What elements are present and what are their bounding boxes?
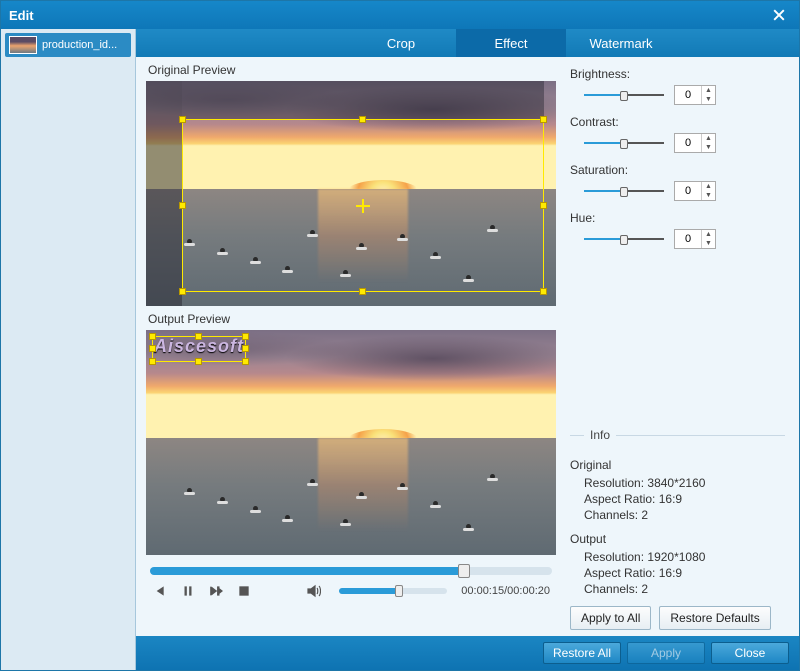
brightness-label: Brightness:: [570, 67, 785, 81]
edit-window: Edit production_id... Crop Effect Waterm…: [0, 0, 800, 671]
spin-up-icon[interactable]: ▲: [702, 134, 715, 143]
spin-up-icon[interactable]: ▲: [702, 230, 715, 239]
spin-down-icon[interactable]: ▼: [702, 191, 715, 200]
saturation-label: Saturation:: [570, 163, 785, 177]
spin-up-icon[interactable]: ▲: [702, 182, 715, 191]
tab-crop[interactable]: Crop: [346, 29, 456, 57]
contrast-label: Contrast:: [570, 115, 785, 129]
volume-slider[interactable]: [339, 588, 447, 594]
spin-down-icon[interactable]: ▼: [702, 239, 715, 248]
info-original-header: Original: [570, 458, 785, 472]
info-title: Info: [584, 428, 616, 442]
contrast-input[interactable]: [675, 134, 701, 152]
window-title: Edit: [9, 8, 34, 23]
pause-icon[interactable]: [180, 583, 194, 599]
restore-all-button[interactable]: Restore All: [543, 642, 621, 664]
output-preview[interactable]: Aiscesoft: [146, 330, 556, 555]
spin-up-icon[interactable]: ▲: [702, 86, 715, 95]
contrast-spinner[interactable]: ▲▼: [674, 133, 716, 153]
brightness-slider[interactable]: [584, 89, 664, 101]
saturation-spinner[interactable]: ▲▼: [674, 181, 716, 201]
original-preview[interactable]: [146, 81, 556, 306]
original-preview-label: Original Preview: [146, 57, 556, 81]
spin-down-icon[interactable]: ▼: [702, 95, 715, 104]
watermark-rectangle[interactable]: [152, 336, 246, 362]
volume-icon[interactable]: [307, 583, 321, 599]
file-label: production_id...: [42, 39, 117, 51]
tab-watermark[interactable]: Watermark: [566, 29, 676, 57]
apply-button[interactable]: Apply: [627, 642, 705, 664]
saturation-input[interactable]: [675, 182, 701, 200]
file-thumb: [9, 36, 37, 54]
saturation-slider[interactable]: [584, 185, 664, 197]
info-output-header: Output: [570, 532, 785, 546]
footer-bar: Restore All Apply Close: [136, 636, 799, 670]
file-sidebar: production_id...: [1, 29, 136, 670]
hue-input[interactable]: [675, 230, 701, 248]
contrast-slider[interactable]: [584, 137, 664, 149]
hue-slider[interactable]: [584, 233, 664, 245]
restore-defaults-button[interactable]: Restore Defaults: [659, 606, 770, 630]
hue-label: Hue:: [570, 211, 785, 225]
timeline-slider[interactable]: [150, 567, 552, 575]
output-preview-label: Output Preview: [146, 306, 556, 330]
next-icon[interactable]: [209, 583, 223, 599]
titlebar: Edit: [1, 1, 799, 29]
timecode: 00:00:15/00:00:20: [461, 585, 550, 597]
brightness-spinner[interactable]: ▲▼: [674, 85, 716, 105]
info-panel: Info Original Resolution: 3840*2160 Aspe…: [570, 425, 785, 630]
hue-spinner[interactable]: ▲▼: [674, 229, 716, 249]
close-button[interactable]: Close: [711, 642, 789, 664]
sidebar-item-file[interactable]: production_id...: [5, 33, 131, 57]
stop-icon[interactable]: [237, 583, 251, 599]
prev-icon[interactable]: [152, 583, 166, 599]
close-icon[interactable]: [767, 5, 791, 25]
tab-effect[interactable]: Effect: [456, 29, 566, 57]
crosshair-icon: [356, 199, 370, 213]
tab-bar: Crop Effect Watermark: [136, 29, 799, 57]
brightness-input[interactable]: [675, 86, 701, 104]
crop-rectangle[interactable]: [182, 119, 544, 292]
spin-down-icon[interactable]: ▼: [702, 143, 715, 152]
apply-to-all-button[interactable]: Apply to All: [570, 606, 651, 630]
